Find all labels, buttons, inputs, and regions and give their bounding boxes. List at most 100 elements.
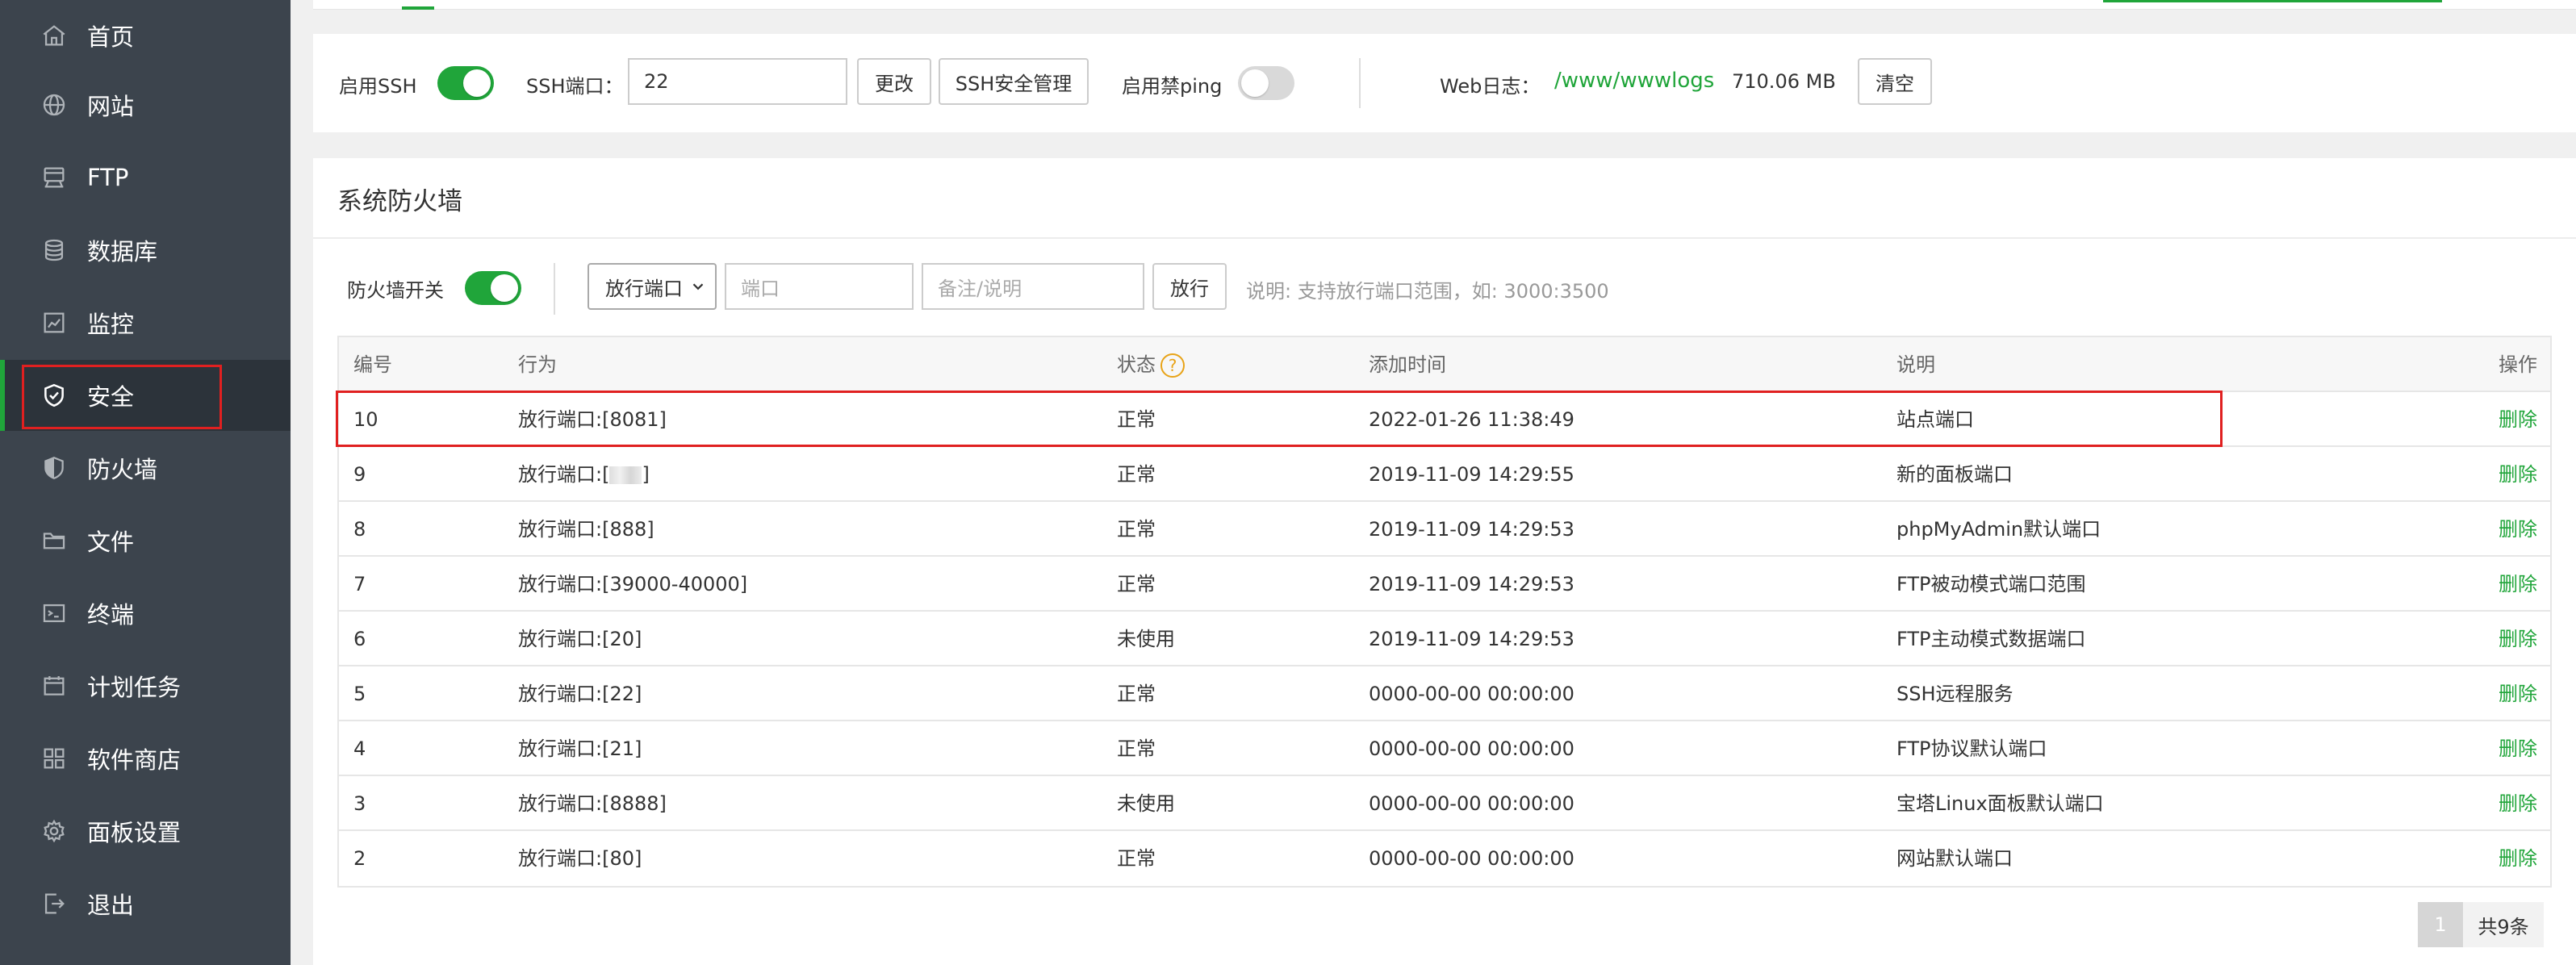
sidebar-item-logout[interactable]: 退出 <box>0 868 291 939</box>
chevron-down-icon <box>692 283 704 290</box>
sidebar-item-label: 网站 <box>87 93 135 120</box>
delete-rule-link[interactable]: 删除 <box>2499 447 2537 502</box>
table-row: 8 放行端口:[888] 正常 2019-11-09 14:29:53 phpM… <box>339 502 2550 557</box>
firewall-switch-label: 防火墙开关 <box>347 279 444 302</box>
ping-toggle[interactable] <box>1238 66 1294 100</box>
note-input[interactable]: 备注/说明 <box>922 263 1144 310</box>
table-row: 4 放行端口:[21] 正常 0000-00-00 00:00:00 FTP协议… <box>339 721 2550 776</box>
cell-time: 2019-11-09 14:29:53 <box>1369 518 1574 541</box>
delete-rule-link[interactable]: 删除 <box>2499 502 2537 557</box>
cell-action: 放行端口:[8888] <box>518 792 667 815</box>
delete-rule-link[interactable]: 删除 <box>2499 392 2537 447</box>
table-row: 7 放行端口:[39000-40000] 正常 2019-11-09 14:29… <box>339 557 2550 612</box>
cell-id: 4 <box>353 737 366 760</box>
cell-status: 正常 <box>1117 847 1156 870</box>
sidebar-item-files[interactable]: 文件 <box>0 505 291 576</box>
title-divider <box>313 237 2576 239</box>
ssh-enable-label: 启用SSH <box>339 75 417 98</box>
calendar-icon <box>40 672 68 700</box>
sidebar: 首页 网站 FTP 数据库 监控 安全 防火墙 文件 终端 计划任务 软件商店 … <box>0 0 291 965</box>
home-icon <box>40 22 68 49</box>
firewall-toggle[interactable] <box>465 271 521 305</box>
top-action-button-edge <box>2103 0 2442 2</box>
sidebar-item-monitor[interactable]: 监控 <box>0 287 291 358</box>
globe-icon <box>40 91 68 119</box>
table-header: 编号 行为 状态? 添加时间 说明 操作 <box>339 337 2550 392</box>
ssh-port-input[interactable]: 22 <box>628 58 847 105</box>
sidebar-item-label: 监控 <box>87 311 135 338</box>
cell-time: 0000-00-00 00:00:00 <box>1369 737 1574 760</box>
sidebar-item-label: 终端 <box>87 601 135 629</box>
sidebar-item-website[interactable]: 网站 <box>0 69 291 140</box>
shield-icon <box>40 454 68 482</box>
delete-rule-link[interactable]: 删除 <box>2499 666 2537 721</box>
sidebar-item-label: 数据库 <box>87 238 158 265</box>
ssh-panel: 启用SSH SSH端口： 22 更改 SSH安全管理 启用禁ping Web日志… <box>313 34 2576 132</box>
pagination-page[interactable]: 1 <box>2418 902 2463 947</box>
sidebar-item-ftp[interactable]: FTP <box>0 142 291 213</box>
cell-time: 2019-11-09 14:29:55 <box>1369 463 1574 486</box>
cell-note: SSH远程服务 <box>1896 683 2014 705</box>
ssh-manage-button[interactable]: SSH安全管理 <box>939 58 1089 105</box>
sidebar-item-label: 文件 <box>87 528 135 556</box>
cell-time: 0000-00-00 00:00:00 <box>1369 792 1574 815</box>
sidebar-item-home[interactable]: 首页 <box>0 0 291 71</box>
delete-rule-link[interactable]: 删除 <box>2499 557 2537 612</box>
cell-id: 8 <box>353 518 366 541</box>
panel-title: 系统防火墙 <box>337 187 462 216</box>
table-row: 10 放行端口:[8081] 正常 2022-01-26 11:38:49 站点… <box>339 392 2550 447</box>
ssh-port-label: SSH端口： <box>526 75 624 98</box>
main-content: 启用SSH SSH端口： 22 更改 SSH安全管理 启用禁ping Web日志… <box>291 0 2576 965</box>
help-icon[interactable]: ? <box>1160 353 1185 378</box>
table-row: 6 放行端口:[20] 未使用 2019-11-09 14:29:53 FTP主… <box>339 612 2550 666</box>
cell-action: 放行端口:[] <box>518 447 650 502</box>
cell-status: 正常 <box>1117 737 1156 760</box>
col-note: 说明 <box>1896 353 1935 376</box>
ssh-toggle[interactable] <box>437 66 494 100</box>
delete-rule-link[interactable]: 删除 <box>2499 776 2537 831</box>
database-icon <box>40 236 68 264</box>
delete-rule-link[interactable]: 删除 <box>2499 831 2537 886</box>
rule-type-value: 放行端口 <box>605 277 683 300</box>
cell-action: 放行端口:[8081] <box>518 408 667 431</box>
change-port-button[interactable]: 更改 <box>857 58 931 105</box>
cell-status: 正常 <box>1117 573 1156 595</box>
sidebar-item-label: 软件商店 <box>87 746 182 774</box>
cell-status: 正常 <box>1117 683 1156 705</box>
cell-action: 放行端口:[22] <box>518 683 642 705</box>
gear-icon <box>40 817 68 845</box>
terminal-icon <box>40 599 68 627</box>
pagination-total: 共9条 <box>2463 902 2544 947</box>
cell-id: 3 <box>353 792 366 815</box>
col-op: 操作 <box>2499 353 2537 376</box>
clear-logs-button[interactable]: 清空 <box>1858 58 1932 105</box>
cell-action: 放行端口:[20] <box>518 628 642 650</box>
cell-note: 新的面板端口 <box>1896 463 2013 486</box>
port-input[interactable]: 端口 <box>725 263 914 310</box>
sidebar-item-store[interactable]: 软件商店 <box>0 723 291 794</box>
col-status: 状态? <box>1117 337 1185 392</box>
weblog-path-link[interactable]: /www/wwwlogs <box>1554 69 1714 93</box>
sidebar-item-firewall[interactable]: 防火墙 <box>0 432 291 503</box>
sidebar-item-cron[interactable]: 计划任务 <box>0 650 291 721</box>
cell-id: 10 <box>353 408 378 431</box>
sidebar-item-database[interactable]: 数据库 <box>0 215 291 286</box>
sidebar-item-label: 防火墙 <box>87 456 158 483</box>
col-status-label: 状态 <box>1117 353 1156 376</box>
cell-time: 2022-01-26 11:38:49 <box>1369 408 1574 431</box>
delete-rule-link[interactable]: 删除 <box>2499 721 2537 776</box>
sidebar-item-terminal[interactable]: 终端 <box>0 578 291 649</box>
allow-port-button[interactable]: 放行 <box>1152 263 1227 310</box>
table-row: 9 放行端口:[] 正常 2019-11-09 14:29:55 新的面板端口 … <box>339 447 2550 502</box>
cell-note: FTP被动模式端口范围 <box>1896 573 2086 595</box>
redacted-port <box>609 466 642 484</box>
folder-icon <box>40 527 68 554</box>
cell-action-prefix: 放行端口:[ <box>518 463 610 486</box>
rule-type-select[interactable]: 放行端口 <box>588 263 717 310</box>
sidebar-item-settings[interactable]: 面板设置 <box>0 796 291 867</box>
delete-rule-link[interactable]: 删除 <box>2499 612 2537 666</box>
cell-action-suffix: ] <box>642 463 650 486</box>
weblog-label: Web日志： <box>1440 75 1541 98</box>
table-row: 2 放行端口:[80] 正常 0000-00-00 00:00:00 网站默认端… <box>339 831 2550 886</box>
table-row: 5 放行端口:[22] 正常 0000-00-00 00:00:00 SSH远程… <box>339 666 2550 721</box>
